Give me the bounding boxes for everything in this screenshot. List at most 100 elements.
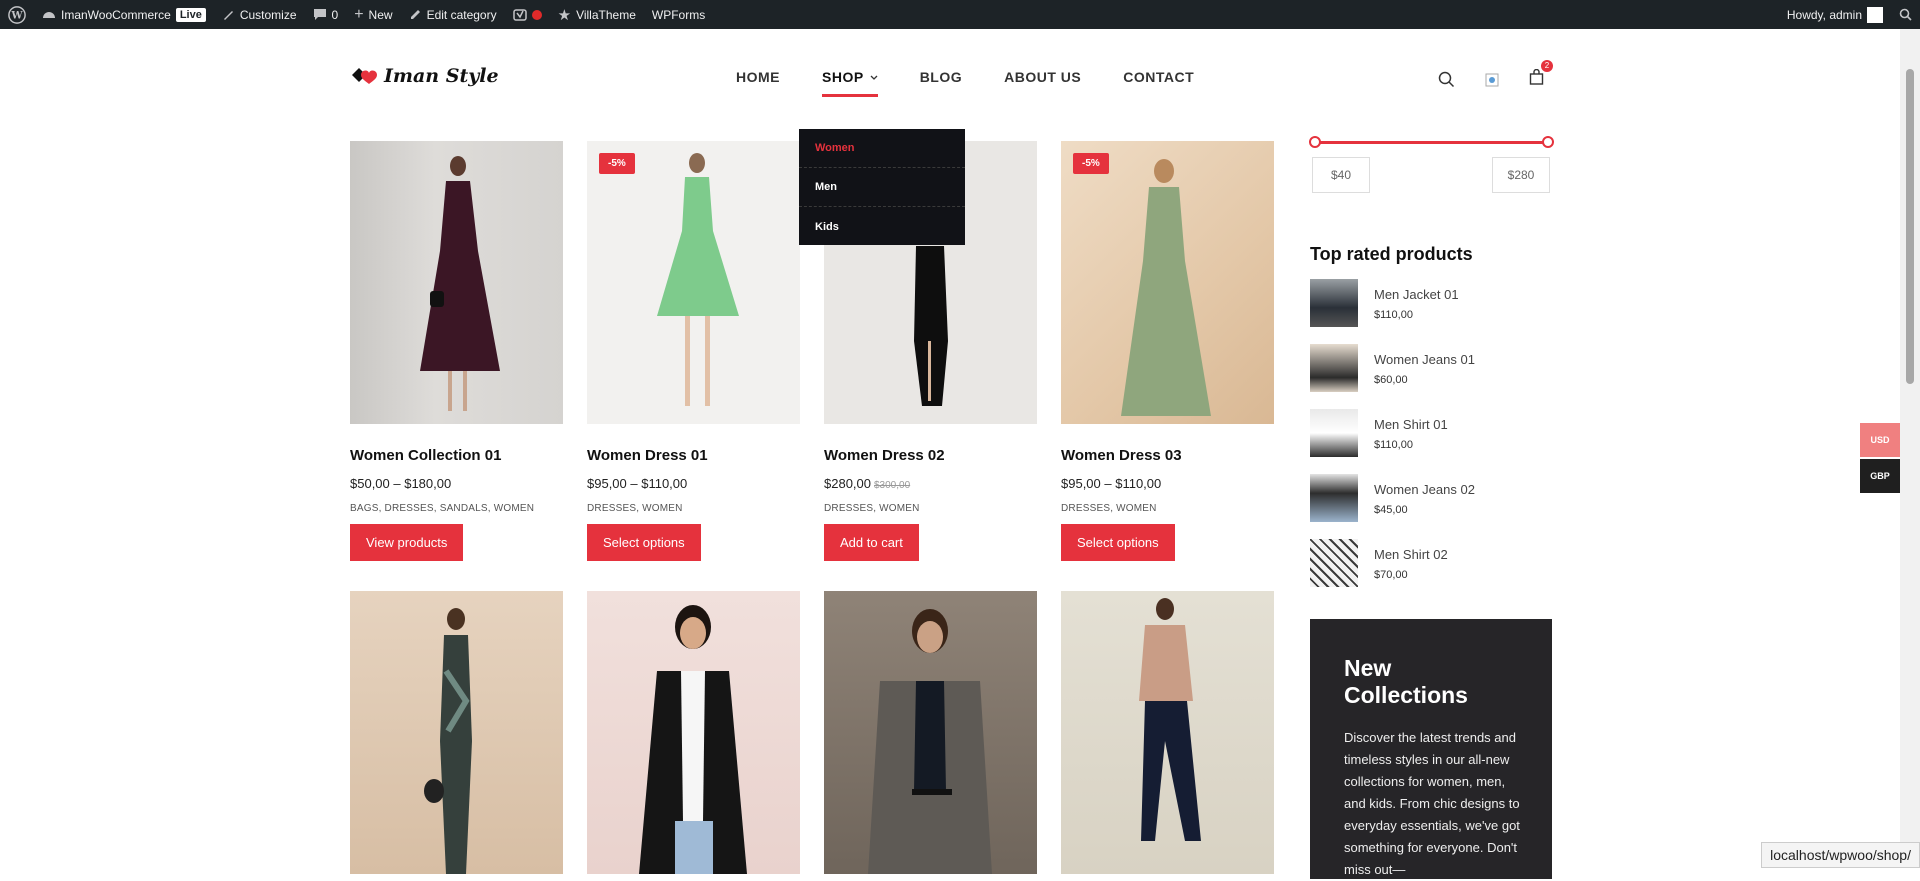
list-item[interactable]: Women Jeans 02 $45,00 [1310, 474, 1552, 539]
price-slider-min-handle[interactable] [1309, 136, 1321, 148]
product-name[interactable]: Men Shirt 02 [1374, 547, 1448, 562]
product-price: $280,00$300,00 [824, 476, 1037, 491]
currency-gbp-button[interactable]: GBP [1860, 459, 1900, 493]
product-name[interactable]: Men Jacket 01 [1374, 287, 1459, 302]
svg-text:W: W [10, 10, 23, 21]
shop-dropdown-menu: Women Men Kids [799, 129, 965, 245]
price-slider-track[interactable] [1314, 141, 1548, 144]
shopping-bag-icon [1529, 69, 1544, 85]
yoast-link[interactable] [505, 0, 550, 29]
list-item[interactable]: Men Shirt 01 $110,00 [1310, 409, 1552, 474]
currency-usd-button[interactable]: USD [1860, 423, 1900, 457]
add-to-cart-button[interactable]: Add to cart [824, 524, 919, 561]
brush-icon [222, 8, 235, 21]
admin-search-icon[interactable] [1891, 0, 1920, 29]
wpforms-link[interactable]: WPForms [644, 0, 713, 29]
product-price: $95,00 – $110,00 [1061, 476, 1274, 491]
product-categories[interactable]: DRESSES, WOMEN [824, 503, 1037, 514]
product-image[interactable]: -5% [1061, 141, 1274, 424]
heart-logo-icon [350, 66, 378, 86]
product-image[interactable] [350, 591, 563, 874]
list-item[interactable]: Men Shirt 02 $70,00 [1310, 539, 1552, 604]
live-badge: Live [176, 8, 206, 22]
product-price: $60,00 [1374, 374, 1475, 386]
product-name[interactable]: Women Dress 03 [1061, 447, 1274, 464]
chevron-down-icon [870, 74, 878, 82]
product-name[interactable]: Women Collection 01 [350, 447, 563, 464]
edit-category-link[interactable]: Edit category [401, 0, 505, 29]
product-thumbnail[interactable] [1310, 474, 1358, 522]
price-max-field[interactable]: $280 [1492, 157, 1550, 193]
wordpress-logo-icon[interactable]: W [0, 0, 34, 29]
status-url: localhost/wpwoo/shop/ [1761, 842, 1920, 868]
cart-button[interactable]: 2 [1529, 69, 1544, 90]
product-categories[interactable]: DRESSES, WOMEN [587, 503, 800, 514]
list-item[interactable]: Men Jacket 01 $110,00 [1310, 279, 1552, 344]
old-price: $300,00 [874, 480, 910, 491]
dropdown-item-men[interactable]: Men [799, 168, 965, 207]
comment-icon [313, 8, 327, 21]
product-image[interactable] [824, 591, 1037, 874]
nav-blog[interactable]: BLOG [920, 69, 962, 97]
product-image[interactable] [587, 591, 800, 874]
product-price: $110,00 [1374, 439, 1448, 451]
sale-badge: -5% [1073, 153, 1109, 174]
new-content-link[interactable]: + New [346, 0, 400, 29]
comments-link[interactable]: 0 [305, 0, 347, 29]
top-rated-title: Top rated products [1310, 244, 1473, 265]
product-image[interactable]: -5% [587, 141, 800, 424]
customize-link[interactable]: Customize [214, 0, 305, 29]
product-categories[interactable]: DRESSES, WOMEN [1061, 503, 1274, 514]
product-thumbnail[interactable] [1310, 279, 1358, 327]
nav-home[interactable]: HOME [736, 69, 780, 97]
product-name[interactable]: Women Jeans 02 [1374, 482, 1475, 497]
product-card: Women Collection 01 $50,00 – $180,00 BAG… [350, 141, 563, 561]
nav-shop[interactable]: SHOP [822, 69, 878, 97]
product-price: $45,00 [1374, 504, 1475, 516]
product-card [1061, 591, 1274, 874]
product-card [824, 591, 1037, 874]
product-image[interactable] [1061, 591, 1274, 874]
nav-contact[interactable]: CONTACT [1123, 69, 1194, 97]
main-nav: HOME SHOP BLOG ABOUT US CONTACT [736, 69, 1236, 97]
product-name[interactable]: Men Shirt 01 [1374, 417, 1448, 432]
language-flag-icon[interactable] [1485, 73, 1499, 87]
site-name-link[interactable]: ImanWooCommerce Live [34, 0, 214, 29]
product-price: $70,00 [1374, 569, 1448, 581]
dropdown-item-women[interactable]: Women [799, 129, 965, 168]
view-products-button[interactable]: View products [350, 524, 463, 561]
dropdown-item-kids[interactable]: Kids [799, 207, 965, 246]
villatheme-link[interactable]: ★ VillaTheme [550, 0, 644, 29]
record-indicator-icon [532, 10, 542, 20]
yoast-icon [513, 8, 527, 22]
scrollbar-thumb[interactable] [1906, 69, 1914, 384]
sale-badge: -5% [599, 153, 635, 174]
price-slider-max-handle[interactable] [1542, 136, 1554, 148]
page-scrollbar[interactable] [1900, 29, 1920, 868]
site-logo[interactable]: Iman Style [350, 65, 499, 87]
product-thumbnail[interactable] [1310, 539, 1358, 587]
star-icon: ★ [558, 6, 571, 24]
product-name[interactable]: Women Jeans 01 [1374, 352, 1475, 367]
product-image[interactable] [350, 141, 563, 424]
nav-about[interactable]: ABOUT US [1004, 69, 1081, 97]
select-options-button[interactable]: Select options [587, 524, 701, 561]
product-name[interactable]: Women Dress 02 [824, 447, 1037, 464]
product-card: -5% Women Dress 03 $95,00 – $110,00 DRES… [1061, 141, 1274, 561]
admin-bar: W ImanWooCommerce Live Customize 0 + New… [0, 0, 1920, 29]
list-item[interactable]: Women Jeans 01 $60,00 [1310, 344, 1552, 409]
price-min-field[interactable]: $40 [1312, 157, 1370, 193]
product-thumbnail[interactable] [1310, 344, 1358, 392]
top-rated-list: Men Jacket 01 $110,00 Women Jeans 01 $60,0… [1310, 279, 1552, 604]
product-thumbnail[interactable] [1310, 409, 1358, 457]
product-price: $110,00 [1374, 309, 1459, 321]
search-icon[interactable] [1438, 71, 1455, 88]
account-menu[interactable]: Howdy, admin [1779, 0, 1891, 29]
site-header: Iman Style HOME SHOP BLOG ABOUT US CONTA… [0, 29, 1900, 129]
product-card [587, 591, 800, 874]
product-name[interactable]: Women Dress 01 [587, 447, 800, 464]
promo-title: New Collections [1344, 655, 1520, 709]
product-categories[interactable]: BAGS, DRESSES, SANDALS, WOMEN [350, 503, 563, 514]
select-options-button[interactable]: Select options [1061, 524, 1175, 561]
new-collections-banner: New Collections Discover the latest tren… [1310, 619, 1552, 879]
